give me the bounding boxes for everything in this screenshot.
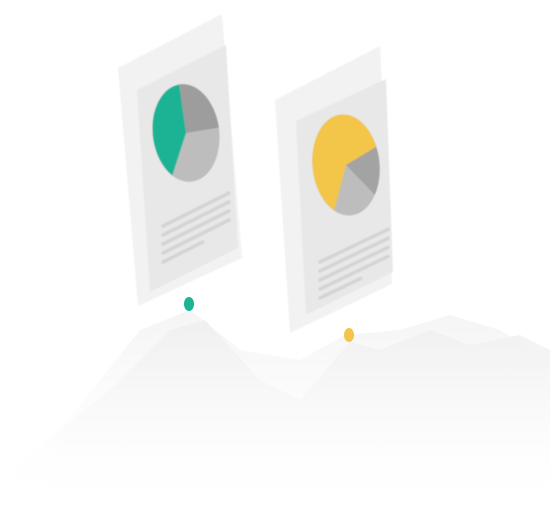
left-location-pin-icon xyxy=(184,297,194,311)
near-ridge xyxy=(0,320,550,507)
right-report-card xyxy=(275,46,393,333)
report-illustration xyxy=(0,14,550,507)
right-location-pin-icon xyxy=(344,328,354,342)
mountain-terrain xyxy=(0,310,550,507)
left-report-card xyxy=(118,14,242,306)
